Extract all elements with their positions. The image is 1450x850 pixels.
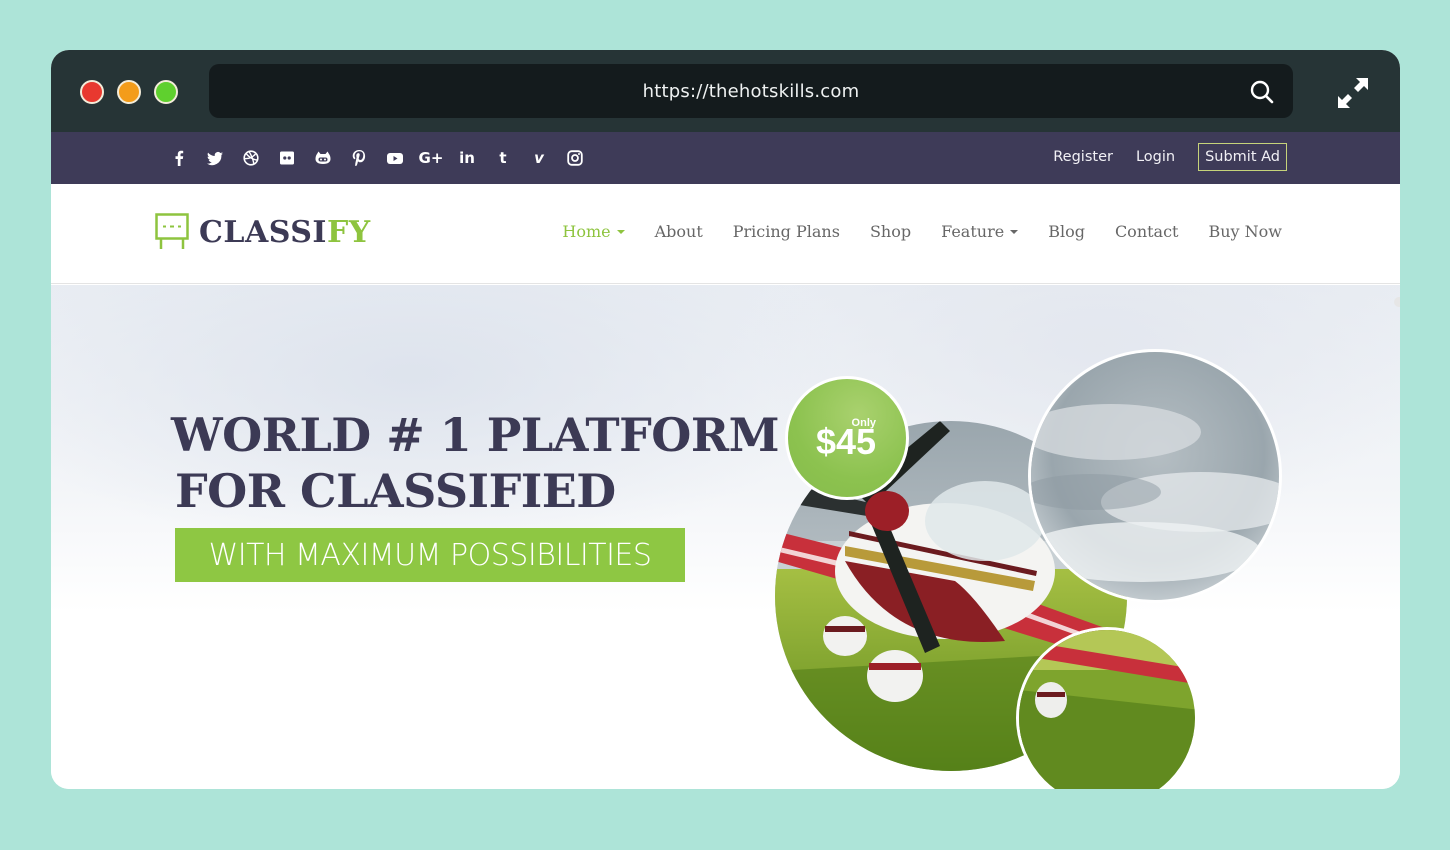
- register-link[interactable]: Register: [1053, 149, 1113, 165]
- site-logo[interactable]: CLASSIFY: [155, 213, 371, 251]
- menu-item-buy-now[interactable]: Buy Now: [1208, 222, 1282, 241]
- main-navbar: CLASSIFY Home About Pricing Plans Shop F…: [51, 184, 1400, 284]
- pinterest-link[interactable]: [341, 132, 377, 184]
- submit-ad-button[interactable]: Submit Ad: [1198, 143, 1287, 171]
- price-value: $45: [816, 421, 877, 462]
- facebook-icon: [175, 150, 184, 166]
- address-bar[interactable]: https://thehotskills.com: [209, 64, 1293, 118]
- hero-headline: WORLD # 1 PLATFORM FOR CLASSIFIED: [171, 408, 780, 518]
- dribbble-link[interactable]: [233, 132, 269, 184]
- vimeo-icon: v: [534, 149, 544, 167]
- tumblr-icon: t: [499, 149, 507, 167]
- expand-icon[interactable]: [1336, 76, 1370, 110]
- github-link[interactable]: [305, 132, 341, 184]
- browser-chrome: https://thehotskills.com: [51, 50, 1400, 132]
- facebook-link[interactable]: [161, 132, 197, 184]
- logo-text: CLASSIFY: [199, 214, 371, 250]
- flickr-link[interactable]: [269, 132, 305, 184]
- minimize-window-button[interactable]: [117, 80, 141, 104]
- dribbble-icon: [243, 150, 259, 166]
- menu-item-home[interactable]: Home: [562, 222, 625, 241]
- instagram-icon: [567, 150, 583, 166]
- browser-window: https://thehotskills.com G+ in t v Regis…: [51, 50, 1400, 789]
- twitter-icon: [207, 151, 223, 166]
- slider-nav-handle[interactable]: [1394, 297, 1400, 307]
- login-link[interactable]: Login: [1136, 149, 1175, 165]
- menu-item-pricing-plans[interactable]: Pricing Plans: [733, 222, 840, 241]
- youtube-link[interactable]: [377, 132, 413, 184]
- instagram-link[interactable]: [557, 132, 593, 184]
- hero-subheadline: WITH MAXIMUM POSSIBILITIES: [175, 528, 685, 582]
- main-menu: Home About Pricing Plans Shop Feature Bl…: [532, 222, 1282, 241]
- maximize-window-button[interactable]: [154, 80, 178, 104]
- flickr-icon: [280, 151, 294, 165]
- price-badge: Only $45: [785, 376, 909, 500]
- menu-item-contact[interactable]: Contact: [1115, 222, 1179, 241]
- billboard-icon: [155, 213, 189, 249]
- search-icon[interactable]: [1249, 79, 1275, 105]
- tumblr-link[interactable]: t: [485, 132, 521, 184]
- close-window-button[interactable]: [80, 80, 104, 104]
- linkedin-icon: in: [459, 149, 475, 167]
- menu-item-blog[interactable]: Blog: [1048, 222, 1085, 241]
- menu-item-feature[interactable]: Feature: [941, 222, 1019, 241]
- account-links: Register Login Submit Ad: [1030, 142, 1287, 172]
- grass-field-image: [1016, 627, 1198, 789]
- google-plus-link[interactable]: G+: [413, 132, 449, 184]
- linkedin-link[interactable]: in: [449, 132, 485, 184]
- url-text[interactable]: https://thehotskills.com: [643, 81, 860, 102]
- social-links: G+ in t v: [161, 132, 593, 184]
- chevron-down-icon: [1010, 229, 1019, 234]
- cloudy-sky-image: [1028, 349, 1282, 603]
- twitter-link[interactable]: [197, 132, 233, 184]
- vimeo-link[interactable]: v: [521, 132, 557, 184]
- top-bar: G+ in t v Register Login Submit Ad: [51, 132, 1400, 184]
- chevron-down-icon: [616, 229, 625, 234]
- pinterest-icon: [352, 150, 366, 166]
- menu-item-about[interactable]: About: [655, 222, 703, 241]
- youtube-icon: [387, 153, 403, 164]
- menu-item-shop[interactable]: Shop: [870, 222, 911, 241]
- sky-illustration: [1031, 352, 1279, 600]
- grass-illustration: [1019, 630, 1195, 789]
- github-icon: [315, 151, 331, 164]
- google-plus-icon: G+: [418, 149, 444, 167]
- hero-section: WORLD # 1 PLATFORM FOR CLASSIFIED WITH M…: [51, 285, 1400, 789]
